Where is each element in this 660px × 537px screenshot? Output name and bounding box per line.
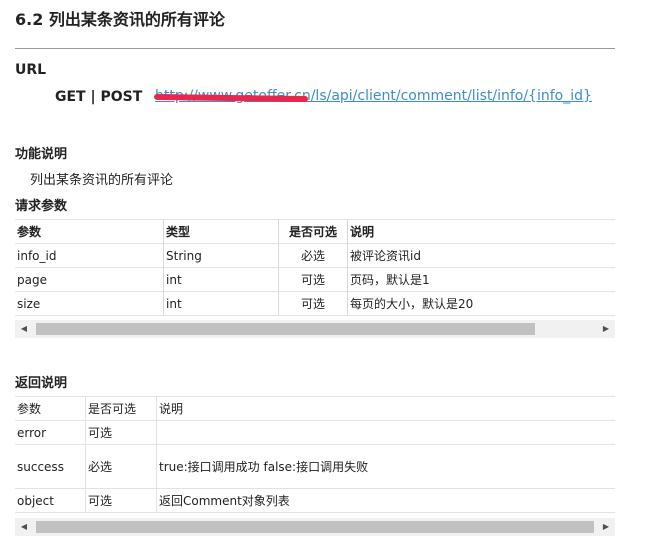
url-heading: URL — [15, 62, 47, 78]
divider — [15, 48, 615, 49]
response-table: 参数 是否可选 说明 error 可选 success 必选 true:接口调用… — [15, 396, 615, 513]
scroll-right-icon[interactable]: ▶ — [597, 518, 615, 536]
table-cell: 可选 — [278, 267, 348, 292]
section-title: 6.2 列出某条资讯的所有评论 — [15, 10, 225, 29]
scroll-left-icon[interactable]: ◀ — [15, 518, 33, 536]
table-cell: 页码，默认是1 — [347, 267, 615, 292]
header-cell: 说明 — [156, 396, 615, 421]
table-cell: int — [163, 291, 279, 316]
scrollbar-thumb[interactable] — [36, 521, 594, 533]
table-cell: 必选 — [85, 444, 157, 489]
table-cell: 可选 — [85, 420, 157, 445]
scroll-left-icon[interactable]: ◀ — [15, 320, 33, 338]
table-row: info_id String 必选 被评论资讯id — [15, 243, 615, 268]
table-cell: 可选 — [85, 488, 157, 513]
function-text: 列出某条资讯的所有评论 — [30, 173, 174, 188]
table-cell: object — [15, 488, 86, 513]
scroll-right-icon[interactable]: ▶ — [597, 320, 615, 338]
header-cell: 是否可选 — [278, 219, 348, 244]
table-cell: 返回Comment对象列表 — [156, 488, 615, 513]
table-cell: int — [163, 267, 279, 292]
header-cell: 是否可选 — [85, 396, 157, 421]
table-cell: 可选 — [278, 291, 348, 316]
table-cell — [156, 420, 615, 445]
http-method: GET | POST — [55, 89, 143, 105]
table-row: success 必选 true:接口调用成功 false:接口调用失败 — [15, 444, 615, 489]
table-header-row: 参数 类型 是否可选 说明 — [15, 219, 615, 244]
table-cell: 每页的大小，默认是20 — [347, 291, 615, 316]
table-cell: page — [15, 267, 164, 292]
table-row: error 可选 — [15, 420, 615, 445]
table-cell: error — [15, 420, 86, 445]
header-cell: 类型 — [163, 219, 279, 244]
header-cell: 参数 — [15, 219, 164, 244]
table-row: size int 可选 每页的大小，默认是20 — [15, 291, 615, 316]
table-cell: 被评论资讯id — [347, 243, 615, 268]
table-cell: true:接口调用成功 false:接口调用失败 — [156, 444, 615, 489]
table-cell: size — [15, 291, 164, 316]
table-row: object 可选 返回Comment对象列表 — [15, 488, 615, 513]
table-cell: info_id — [15, 243, 164, 268]
header-cell: 参数 — [15, 396, 86, 421]
request-params-table: 参数 类型 是否可选 说明 info_id String 必选 被评论资讯id … — [15, 219, 615, 316]
response-heading: 返回说明 — [15, 376, 68, 391]
table-cell: success — [15, 444, 86, 489]
scrollbar-thumb[interactable] — [36, 323, 535, 335]
table-cell: 必选 — [278, 243, 348, 268]
function-heading: 功能说明 — [15, 147, 68, 162]
table-cell: String — [163, 243, 279, 268]
header-cell: 说明 — [347, 219, 615, 244]
horizontal-scrollbar[interactable]: ◀ ▶ — [15, 320, 615, 338]
table-row: page int 可选 页码，默认是1 — [15, 267, 615, 292]
horizontal-scrollbar[interactable]: ◀ ▶ — [15, 518, 615, 536]
table-header-row: 参数 是否可选 说明 — [15, 396, 615, 421]
request-params-heading: 请求参数 — [15, 199, 68, 214]
